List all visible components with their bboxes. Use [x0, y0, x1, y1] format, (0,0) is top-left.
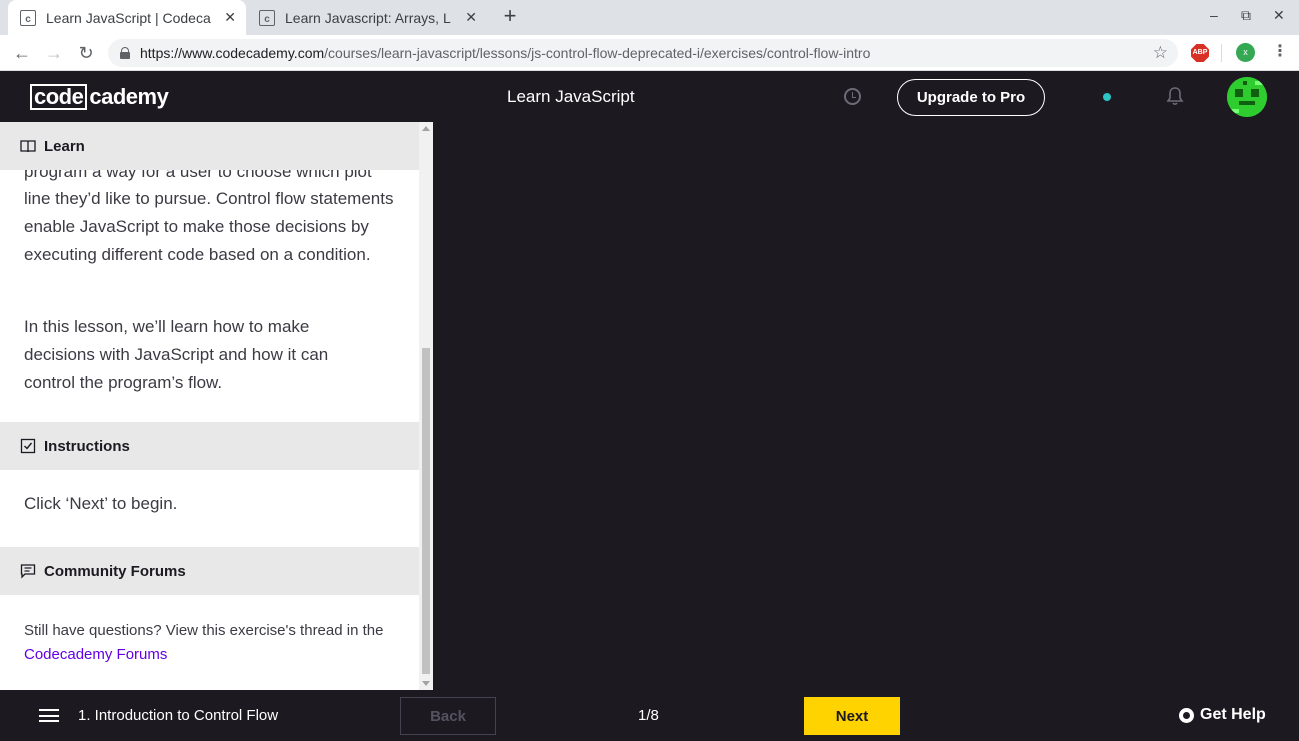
tab-title: Learn JavaScript | Codeca: [46, 9, 211, 26]
get-help-label: Get Help: [1200, 706, 1266, 723]
codecademy-favicon-icon: c: [20, 9, 36, 26]
instructions-text: Click ‘Next’ to begin.: [24, 494, 178, 513]
status-dot: [1103, 93, 1111, 101]
lesson-paragraph-2: In this lesson, we’ll learn how to make …: [24, 317, 329, 392]
user-avatar[interactable]: [1227, 77, 1267, 117]
checkbox-icon: [20, 438, 36, 454]
browser-tab-active[interactable]: c Learn JavaScript | Codeca ✕: [8, 0, 246, 35]
logo-cademy: cademy: [89, 84, 169, 109]
get-help-button[interactable]: Get Help: [1179, 706, 1266, 724]
minimize-icon[interactable]: –: [1210, 7, 1218, 23]
chat-bubble-icon: [20, 564, 36, 579]
back-arrow-icon[interactable]: ←: [10, 41, 34, 65]
code-workspace: [433, 122, 1299, 690]
learn-section-header: Learn: [0, 122, 419, 170]
codecademy-favicon-icon: c: [259, 9, 275, 26]
menu-icon[interactable]: [39, 709, 59, 722]
bottom-nav-bar: 1. Introduction to Control Flow Back 1/8…: [0, 690, 1299, 741]
restore-icon[interactable]: ⧉: [1241, 7, 1251, 24]
lesson-paragraph-1: line they’d like to pursue. Control flow…: [24, 189, 394, 264]
forums-section-header: Community Forums: [0, 547, 419, 595]
forward-arrow-icon[interactable]: →: [42, 41, 66, 65]
exercise-progress: 1/8: [638, 707, 659, 724]
alarm-clock-icon[interactable]: [844, 88, 861, 105]
scroll-up-arrow-icon[interactable]: [422, 126, 430, 131]
forums-text: Still have questions? View this exercise…: [24, 619, 404, 667]
tab-close-icon[interactable]: ✕: [224, 9, 236, 26]
app-header: code cademy Learn JavaScript Upgrade to P…: [0, 72, 1299, 122]
bookmark-star-icon[interactable]: ☆: [1153, 43, 1168, 63]
codecademy-forums-link[interactable]: Codecademy Forums: [24, 646, 167, 663]
window-close-icon[interactable]: ✕: [1273, 7, 1285, 24]
logo-code: code: [30, 84, 88, 110]
panel-scrollbar[interactable]: [419, 122, 433, 690]
lesson-name[interactable]: 1. Introduction to Control Flow: [78, 707, 278, 724]
book-icon: [20, 140, 36, 153]
browser-toolbar: ← → ↻ https://www.codecademy.com/courses…: [0, 35, 1299, 71]
learn-heading: Learn: [44, 137, 85, 155]
instructions-section-header: Instructions: [0, 422, 419, 470]
back-button[interactable]: Back: [400, 697, 496, 735]
course-title: Learn JavaScript: [507, 87, 635, 106]
browser-menu-icon[interactable]: ⋮: [1272, 41, 1288, 61]
profile-icon[interactable]: x: [1236, 43, 1255, 62]
codecademy-logo[interactable]: code cademy: [30, 84, 169, 110]
address-bar[interactable]: https://www.codecademy.com/courses/learn…: [108, 39, 1178, 67]
lifebuoy-icon: [1179, 707, 1194, 723]
tab-title: Learn Javascript: Arrays, L: [285, 9, 451, 26]
notification-bell-icon[interactable]: [1166, 86, 1184, 106]
forums-heading: Community Forums: [44, 562, 186, 580]
reload-icon[interactable]: ↻: [74, 41, 98, 65]
adblock-extension-icon[interactable]: ABP: [1191, 44, 1209, 62]
instructions-heading: Instructions: [44, 437, 130, 455]
scroll-down-arrow-icon[interactable]: [422, 681, 430, 686]
pixel-avatar-icon: [1227, 77, 1267, 117]
lock-icon: [120, 47, 130, 59]
next-button[interactable]: Next: [804, 697, 900, 735]
tab-close-icon[interactable]: ✕: [465, 9, 477, 26]
lesson-panel: Learn program a way for a user to choose…: [0, 122, 419, 690]
url-path: /courses/learn-javascript/lessons/js-con…: [324, 45, 871, 61]
toolbar-divider: [1221, 44, 1222, 62]
browser-tab[interactable]: c Learn Javascript: Arrays, L ✕: [247, 0, 487, 35]
browser-tab-bar: c Learn JavaScript | Codeca ✕ c Learn Ja…: [0, 0, 1299, 35]
url-host: https://www.codecademy.com: [140, 45, 325, 61]
upgrade-to-pro-button[interactable]: Upgrade to Pro: [897, 79, 1045, 116]
scrollbar-thumb[interactable]: [422, 348, 430, 674]
forums-text-body: Still have questions? View this exercise…: [24, 622, 384, 639]
new-tab-button[interactable]: +: [498, 5, 522, 29]
